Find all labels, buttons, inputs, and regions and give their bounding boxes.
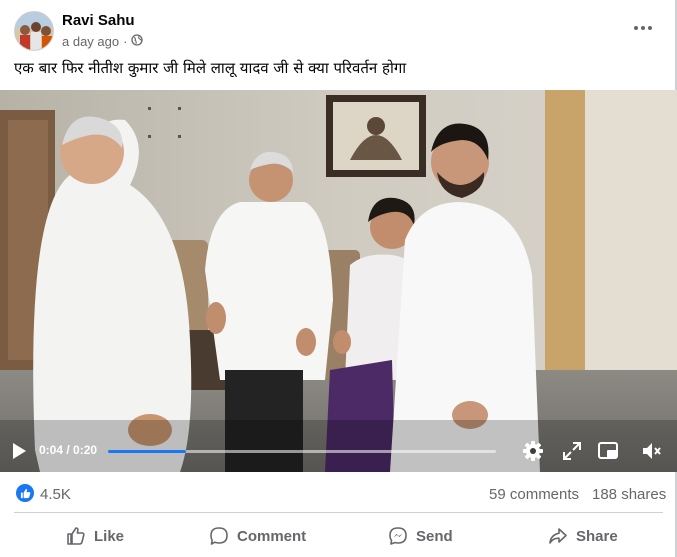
reaction-count[interactable]: 4.5K xyxy=(40,486,71,503)
share-button[interactable]: Share xyxy=(548,518,618,554)
share-arrow-icon xyxy=(548,526,568,546)
actions-divider xyxy=(14,512,663,513)
settings-gear-icon[interactable] xyxy=(522,440,544,462)
volume-muted-icon[interactable] xyxy=(640,440,662,462)
video-player[interactable]: 0:04 / 0:20 xyxy=(0,90,677,472)
more-options-button[interactable] xyxy=(631,18,655,38)
share-count[interactable]: 188 shares xyxy=(592,486,666,503)
send-label: Send xyxy=(416,527,453,545)
post-header: Ravi Sahu a day ago · xyxy=(0,0,677,56)
dot-icon xyxy=(634,26,638,30)
post-timestamp[interactable]: a day ago xyxy=(62,34,119,49)
share-label: Share xyxy=(576,527,618,545)
picture-in-picture-icon[interactable] xyxy=(597,440,619,462)
video-progress-bar[interactable] xyxy=(108,450,496,453)
send-button[interactable]: Send xyxy=(388,518,453,554)
video-controls: 0:04 / 0:20 xyxy=(0,430,677,472)
author-name[interactable]: Ravi Sahu xyxy=(62,12,135,29)
comment-label: Comment xyxy=(237,527,307,545)
globe-icon xyxy=(131,34,144,49)
meta-separator: · xyxy=(123,34,128,49)
like-reaction-icon[interactable] xyxy=(16,484,34,502)
thumbs-up-icon xyxy=(66,526,86,546)
post-meta: a day ago · xyxy=(62,34,144,49)
fullscreen-expand-icon[interactable] xyxy=(561,440,583,462)
post-caption: एक बार फिर नीतीश कुमार जी मिले लालू यादव… xyxy=(14,59,407,77)
post-actions: Like Comment Send Share xyxy=(0,518,677,554)
dot-icon xyxy=(648,26,652,30)
post-card: Ravi Sahu a day ago · एक बार फिर नीतीश क… xyxy=(0,0,677,557)
video-progress-fill xyxy=(108,450,186,453)
author-avatar[interactable] xyxy=(14,11,54,51)
dot-icon xyxy=(641,26,645,30)
comment-button[interactable]: Comment xyxy=(209,518,306,554)
speech-bubble-icon xyxy=(209,526,229,546)
comment-count[interactable]: 59 comments xyxy=(489,486,579,503)
play-icon[interactable] xyxy=(13,443,26,459)
like-label: Like xyxy=(94,527,125,545)
messenger-icon xyxy=(388,526,408,546)
like-button[interactable]: Like xyxy=(66,518,124,554)
post-stats: 4.5K 59 comments 188 shares xyxy=(0,480,677,508)
video-frame xyxy=(0,90,677,472)
video-time: 0:04 / 0:20 xyxy=(39,443,98,457)
